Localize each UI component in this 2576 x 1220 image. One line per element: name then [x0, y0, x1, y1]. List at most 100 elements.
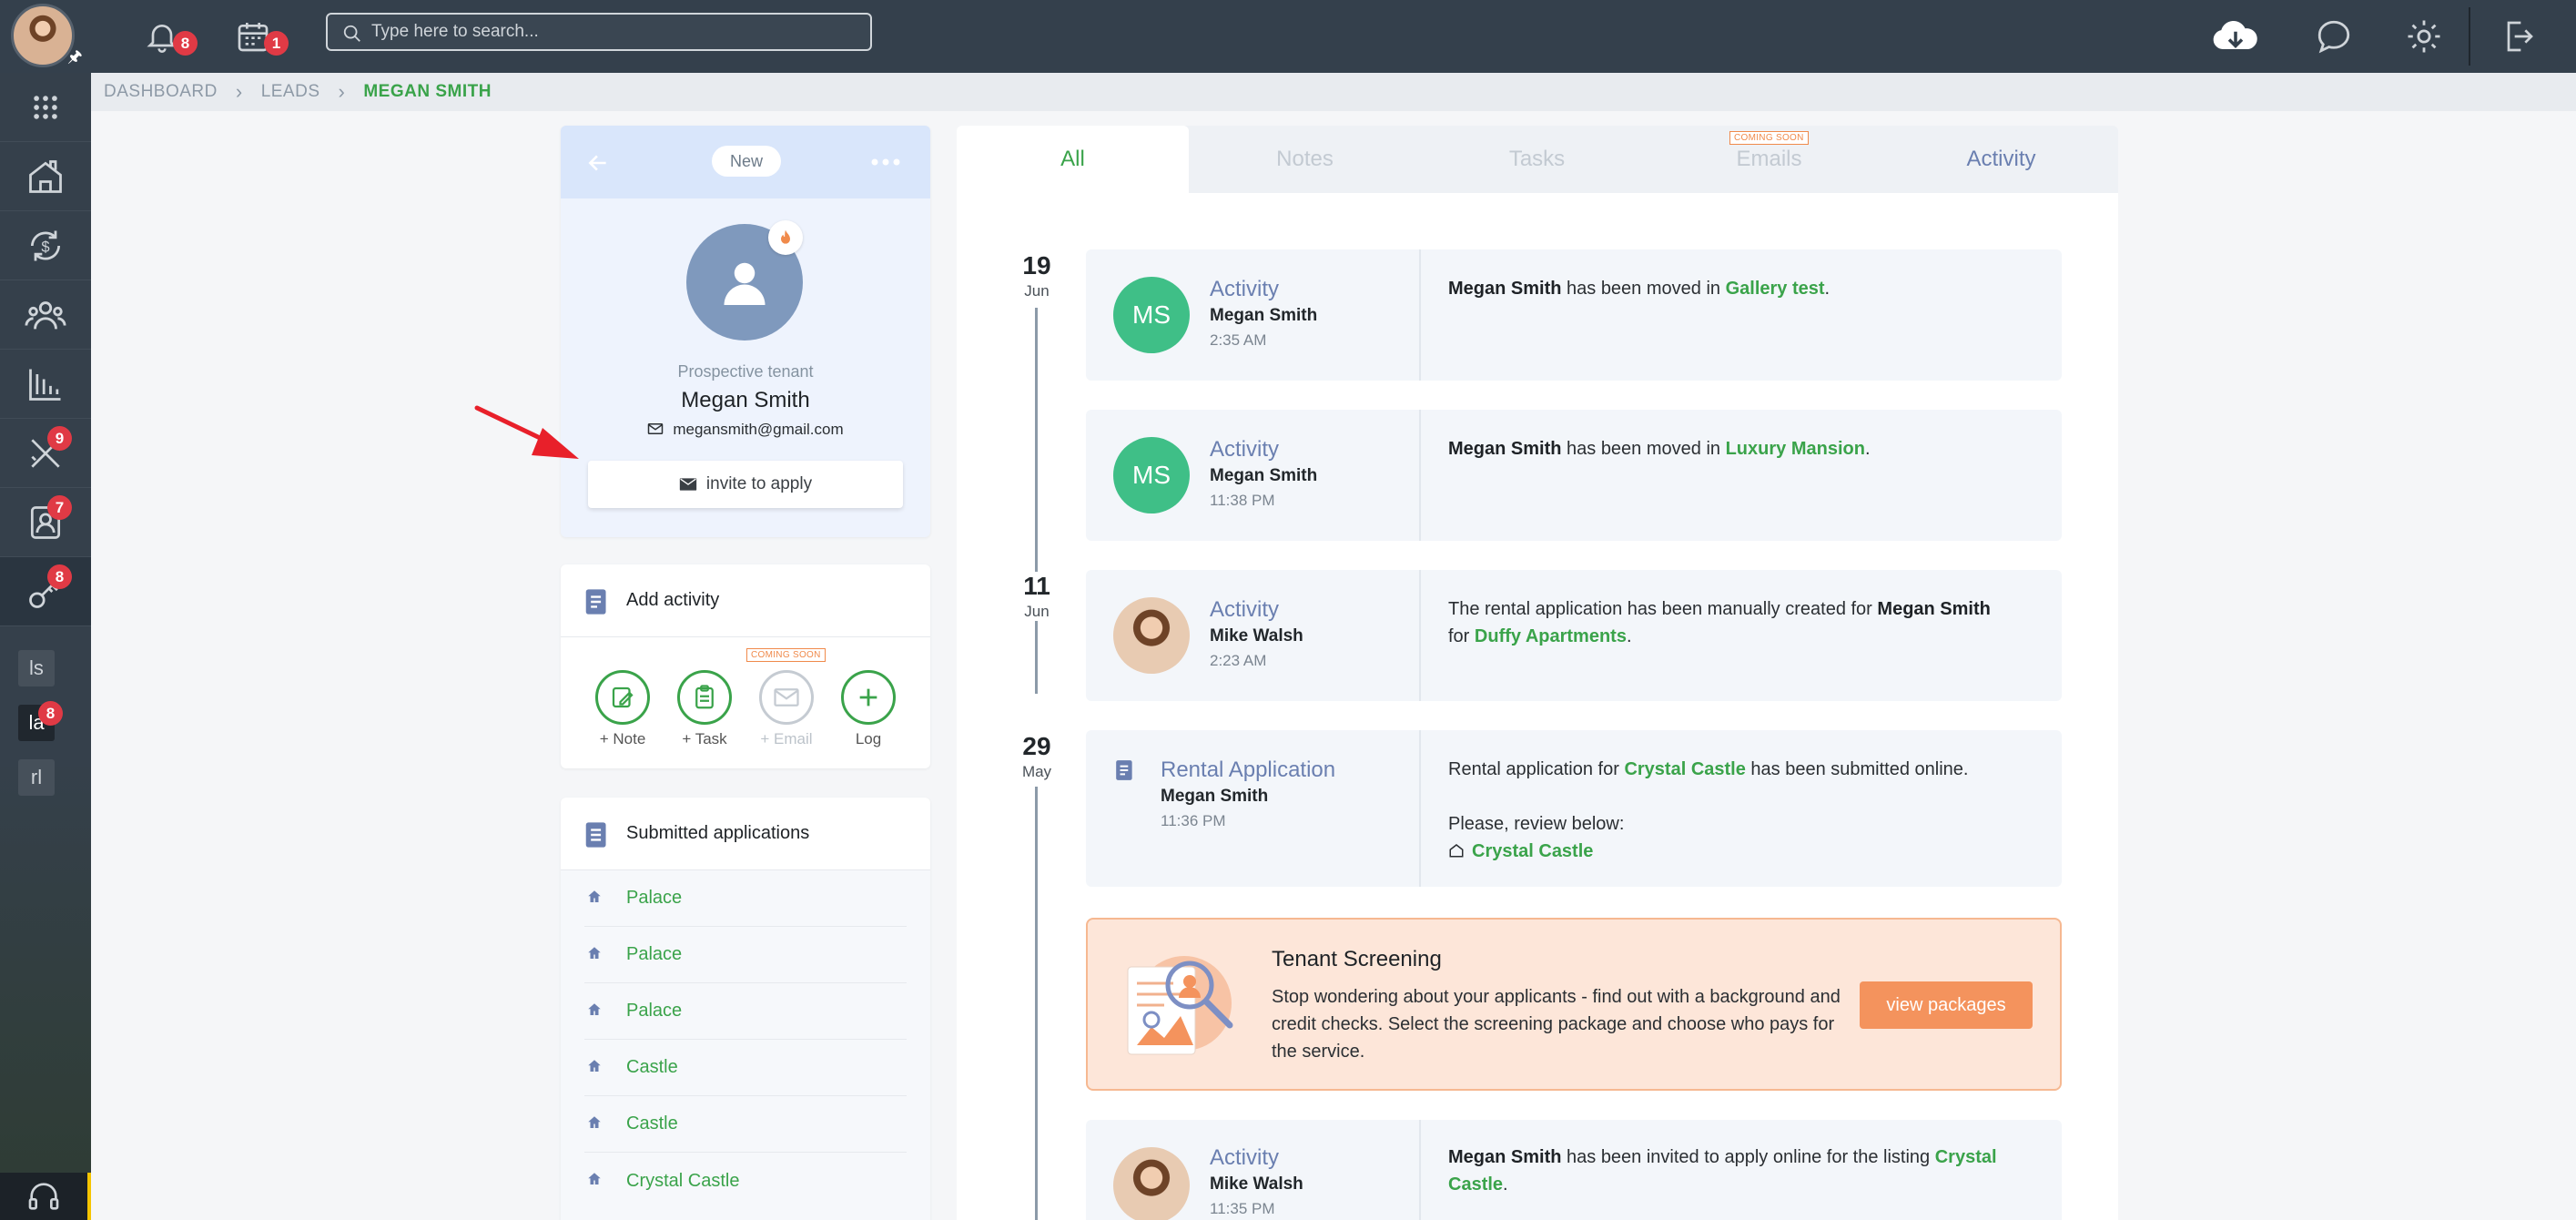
document-icon	[585, 589, 606, 615]
invite-to-apply-label: invite to apply	[705, 474, 813, 493]
application-item[interactable]: Castle	[584, 1096, 907, 1153]
invite-to-apply-button[interactable]: invite to apply	[588, 461, 903, 508]
view-packages-button[interactable]: view packages	[1860, 981, 2033, 1029]
application-item[interactable]: Castle	[584, 1040, 907, 1096]
application-item[interactable]: Palace	[584, 927, 907, 983]
chevron-right-icon: ›	[338, 80, 346, 103]
add-task-label: + Task	[682, 730, 727, 747]
lead-profile-card: New Prospective tenant Megan Smith megan…	[561, 126, 930, 537]
tab-all[interactable]: All	[957, 126, 1189, 193]
screening-illustration	[1127, 956, 1233, 1055]
application-item[interactable]: Crystal Castle	[584, 1153, 907, 1209]
entry-divider	[1419, 570, 1421, 701]
house-outline-icon	[1449, 844, 1464, 858]
email-icon	[774, 688, 799, 707]
breadcrumb-dashboard[interactable]: DASHBOARD	[104, 82, 218, 102]
support-button[interactable]	[0, 1173, 91, 1220]
settings-button[interactable]	[2399, 11, 2449, 62]
application-item[interactable]: Palace	[584, 870, 907, 927]
grid-icon	[34, 95, 57, 119]
timeline-entry: MS Activity Megan Smith 2:35 AM Megan Sm…	[1086, 249, 2062, 381]
property-link[interactable]: Crystal Castle	[1624, 759, 1745, 779]
add-note-label: + Note	[599, 730, 646, 747]
application-document-icon	[1116, 760, 1132, 780]
initials-avatar: MS	[1113, 437, 1190, 513]
tab-activity[interactable]: Activity	[1885, 126, 2117, 193]
sidebar-item-maintenance[interactable]: 9	[0, 419, 91, 488]
submitted-applications-title: Submitted applications	[626, 823, 810, 843]
timeline-entry: Activity Mike Walsh 11:35 PM Megan Smith…	[1086, 1120, 2062, 1220]
property-link[interactable]: Gallery test	[1726, 279, 1825, 299]
note-edit-icon	[612, 686, 634, 708]
timeline-entry: MS Activity Megan Smith 11:38 PM Megan S…	[1086, 410, 2062, 541]
shortcut-la-badge: 8	[38, 701, 63, 726]
breadcrumb-leads[interactable]: LEADS	[261, 82, 320, 102]
timeline-line	[1035, 787, 1038, 1220]
sidebar-shortcut-rl[interactable]: rl	[18, 759, 55, 796]
add-activity-header: Add activity	[561, 564, 930, 637]
entry-text: The rental application has been manually…	[1448, 599, 1991, 646]
user-photo-avatar	[1113, 1147, 1190, 1220]
more-options-icon[interactable]	[870, 153, 901, 171]
entry-text: Megan Smith has been invited to apply on…	[1448, 1147, 1997, 1195]
status-badge: New	[712, 146, 781, 177]
calendar-button[interactable]: 1	[228, 11, 289, 62]
search-input[interactable]: Type here to search...	[326, 13, 872, 51]
entry-type[interactable]: Activity	[1210, 277, 1279, 302]
entry-type[interactable]: Activity	[1210, 437, 1279, 463]
sidebar-item-contacts[interactable]: 7	[0, 488, 91, 557]
entry-text: Megan Smith has been moved in Gallery te…	[1448, 279, 1831, 299]
contacts-badge: 7	[47, 495, 72, 520]
log-button[interactable]	[841, 670, 896, 725]
property-link[interactable]: Luxury Mansion	[1726, 439, 1865, 459]
entry-type[interactable]: Activity	[1210, 597, 1279, 623]
chat-button[interactable]	[2308, 11, 2359, 62]
entry-time: 2:23 AM	[1210, 652, 1267, 669]
plus-icon	[859, 688, 877, 707]
timeline-line	[1035, 626, 1038, 685]
notifications-button[interactable]: 8	[137, 11, 198, 62]
tab-emails: COMING SOON Emails	[1653, 126, 1885, 193]
sidebar-item-leads[interactable]: 8	[0, 557, 91, 626]
add-activity-card: Add activity + Note + Task COMING SOON +…	[561, 564, 930, 768]
sidebar-item-apps[interactable]	[0, 73, 91, 142]
tab-notes[interactable]: Notes	[1189, 126, 1421, 193]
submitted-applications-header: Submitted applications	[561, 798, 930, 870]
search-placeholder: Type here to search...	[371, 22, 539, 41]
sidebar-shortcut-ls[interactable]: ls	[18, 650, 55, 686]
sidebar-item-payments[interactable]: $	[0, 211, 91, 280]
sidebar-item-reports[interactable]	[0, 350, 91, 419]
list-document-icon	[585, 822, 606, 848]
add-task-button[interactable]	[677, 670, 732, 725]
home-icon	[588, 947, 601, 959]
timeline-entry: Rental Application Megan Smith 11:36 PM …	[1086, 730, 2062, 887]
entry-divider	[1419, 249, 1421, 381]
red-arrow-annotation	[474, 405, 579, 459]
tab-emails-label: Emails	[1736, 147, 1802, 171]
lead-name: Megan Smith	[681, 388, 810, 412]
entry-divider	[1419, 410, 1421, 541]
tab-tasks[interactable]: Tasks	[1421, 126, 1653, 193]
envelope-icon	[679, 478, 697, 491]
users-icon	[25, 300, 66, 329]
submitted-applications-card: Submitted applications Palace Palace Pal…	[561, 798, 930, 1220]
logout-button[interactable]	[2492, 11, 2543, 62]
sidebar-item-properties[interactable]	[0, 142, 91, 211]
profile-header: New	[561, 126, 930, 198]
money-cycle-icon: $	[30, 230, 61, 260]
sidebar-item-people[interactable]	[0, 280, 91, 350]
breadcrumb: DASHBOARD › LEADS › MEGAN SMITH	[91, 73, 2576, 111]
download-button[interactable]	[2210, 11, 2261, 62]
entry-type[interactable]: Activity	[1210, 1145, 1279, 1171]
entry-type[interactable]: Rental Application	[1161, 757, 1335, 783]
back-arrow-icon[interactable]	[586, 151, 610, 175]
application-item[interactable]: Palace	[584, 983, 907, 1040]
user-avatar[interactable]	[11, 4, 75, 67]
add-note-button[interactable]	[595, 670, 650, 725]
pin-icon[interactable]: 🖈	[67, 46, 83, 73]
entry-time: 11:38 PM	[1210, 492, 1275, 509]
property-link[interactable]: Duffy Apartments	[1475, 626, 1627, 646]
chevron-right-icon: ›	[235, 80, 243, 103]
review-link[interactable]: Crystal Castle	[1448, 838, 2031, 865]
home-icon	[588, 1060, 601, 1072]
